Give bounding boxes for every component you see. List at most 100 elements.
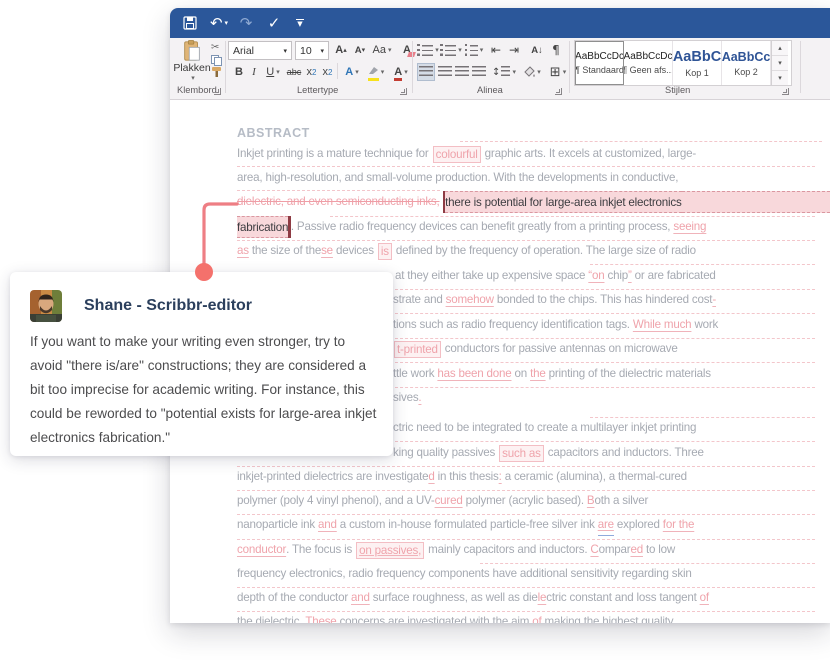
doc-line: dielectric, and even semiconducting inks…	[237, 191, 830, 213]
style-card-kop2[interactable]: AaBbCc Kop 2	[722, 41, 771, 85]
underline-button[interactable]: U ▾	[262, 63, 284, 81]
style-card-geen-afstand[interactable]: AaBbCcDc ¶ Geen afs...	[624, 41, 673, 85]
paragraph-dialog-launcher[interactable]	[555, 88, 562, 95]
align-center-button[interactable]	[436, 63, 453, 81]
bold-button[interactable]: B	[232, 63, 246, 81]
numbered-list-button[interactable]: ▾	[440, 41, 462, 59]
grow-mark-icon: ▴	[343, 46, 347, 54]
text-effects-button[interactable]: A ▾	[341, 63, 363, 81]
text-segment: fabrication	[237, 216, 288, 238]
clear-formatting-button[interactable]: A	[398, 41, 416, 59]
text-segment: such as	[499, 444, 544, 462]
bullet-list-icon	[417, 44, 434, 56]
group-divider	[569, 41, 570, 93]
cut-button[interactable]: ✂	[211, 41, 226, 53]
show-paragraph-marks-button[interactable]: ¶	[549, 41, 563, 59]
clipboard-dialog-launcher[interactable]	[214, 88, 221, 95]
style-card-kop1[interactable]: AaBbC Kop 1	[673, 41, 722, 85]
format-painter-button[interactable]	[211, 66, 226, 78]
highlight-color-button[interactable]: ▾	[364, 63, 388, 81]
titlebar: ↶ ▾ ↷ ✓ ▼	[170, 8, 830, 38]
numbered-list-icon	[440, 44, 457, 56]
styles-gallery-scroll: ▴ ▾ ▾	[771, 41, 788, 85]
font-size-combo[interactable]: 10 ▾	[295, 41, 329, 60]
text-segment: there is potential for large-area inkjet…	[445, 191, 682, 213]
text-segment: cured	[434, 494, 463, 507]
justify-button[interactable]	[470, 63, 487, 81]
copy-button[interactable]	[211, 54, 226, 66]
highlighter-icon	[367, 66, 379, 81]
align-right-button[interactable]	[453, 63, 470, 81]
superscript-button[interactable]: x2	[320, 63, 335, 81]
text-segment: a custom in-house formulated particle-fr…	[336, 518, 598, 531]
text-segment: has been done	[437, 367, 512, 380]
text-segment: B	[586, 494, 595, 507]
save-icon	[183, 16, 197, 30]
strikethrough-button[interactable]: abc	[284, 63, 304, 81]
borders-button[interactable]: ⊞ ▾	[546, 63, 570, 81]
increase-indent-button[interactable]: ⇥	[506, 41, 522, 59]
screenshot-canvas: ↶ ▾ ↷ ✓ ▼ Plakken ▾ ✂ Klembord Arial ▾ 1…	[0, 0, 830, 660]
line-spacing-dropdown-icon: ▾	[512, 68, 516, 76]
paste-button[interactable]: Plakken ▾	[173, 40, 211, 82]
font-color-button[interactable]: A ▾	[389, 63, 413, 81]
doc-line: depth of the conductor and surface rough…	[237, 587, 709, 609]
text-segment: area, high-resolution, and small-volume …	[237, 171, 679, 184]
doc-line: ttle work has been done on the printing …	[393, 363, 711, 385]
gallery-scroll-down-button[interactable]: ▾	[772, 56, 788, 71]
shrink-font-button[interactable]: A ▾	[352, 41, 368, 59]
comment-card[interactable]: Shane - Scribbr-editor If you want to ma…	[10, 272, 393, 456]
decrease-indent-button[interactable]: ⇤	[488, 41, 504, 59]
text-segment: t-printed	[394, 340, 441, 358]
text-segment: is	[377, 242, 392, 260]
ribbon: Plakken ▾ ✂ Klembord Arial ▾ 10 ▾ A ▴ A …	[170, 38, 830, 100]
clipboard-icon	[184, 40, 200, 61]
doc-line: nanoparticle ink and a custom in-house f…	[237, 514, 694, 536]
shading-dropdown-icon: ▾	[537, 68, 541, 76]
styles-dialog-launcher[interactable]	[782, 88, 789, 95]
text-segment: polymer (acrylic based).	[462, 494, 587, 507]
styles-gallery: AaBbCcDc ¶ Standaard AaBbCcDc ¶ Geen afs…	[574, 40, 792, 86]
grow-font-button[interactable]: A ▴	[333, 41, 349, 59]
font-name-dropdown-icon: ▾	[283, 46, 287, 55]
confirm-button[interactable]: ✓	[264, 8, 284, 38]
text-segment: graphic arts. It excels at customized, l…	[481, 147, 697, 160]
doc-line: area, high-resolution, and small-volume …	[237, 167, 678, 189]
redo-button[interactable]: ↷	[236, 8, 256, 38]
align-right-icon	[454, 66, 469, 78]
font-name-combo[interactable]: Arial ▾	[228, 41, 292, 60]
customize-quick-access-button[interactable]: ▼	[292, 8, 308, 38]
undo-button[interactable]: ↶ ▾	[206, 8, 232, 38]
change-case-button[interactable]: Aa ▾	[371, 41, 393, 59]
comment-anchor-dot[interactable]	[195, 263, 213, 281]
text-segment: defined by the frequency of operation. T…	[392, 244, 696, 257]
text-segment: for the	[662, 518, 695, 531]
italic-button[interactable]: I	[248, 63, 260, 81]
style-name: Kop 1	[685, 67, 709, 78]
bullet-list-button[interactable]: ▾	[417, 41, 439, 59]
align-left-button[interactable]	[417, 63, 435, 81]
text-segment: on	[511, 367, 531, 380]
text-segment: nanoparticle ink	[237, 518, 319, 531]
undo-icon: ↶	[209, 14, 223, 32]
font-size-dropdown-icon: ▾	[320, 46, 324, 55]
multilevel-list-button[interactable]: ▾	[463, 41, 485, 59]
style-card-standaard[interactable]: AaBbCcDc ¶ Standaard	[575, 41, 624, 85]
underline-dropdown-icon: ▾	[276, 68, 280, 76]
style-name: ¶ Geen afs...	[624, 65, 673, 75]
group-divider	[225, 41, 226, 93]
subscript-button[interactable]: x2	[304, 63, 319, 81]
sort-button[interactable]: A↓	[527, 41, 547, 59]
save-button[interactable]	[180, 8, 200, 38]
gallery-scroll-up-button[interactable]: ▴	[772, 41, 788, 56]
font-dialog-launcher[interactable]	[400, 88, 407, 95]
text-effects-dropdown-icon: ▾	[355, 68, 359, 76]
line-spacing-button[interactable]: ↕ ▾	[491, 63, 517, 81]
shading-button[interactable]: ▾	[520, 63, 544, 81]
text-segment: colourful	[432, 145, 481, 163]
gallery-more-button[interactable]: ▾	[772, 71, 788, 85]
tracked-change-dash	[395, 387, 815, 388]
text-segment: of	[532, 615, 542, 623]
clipboard-group-label: Klembord	[177, 85, 217, 95]
text-segment	[681, 191, 830, 213]
